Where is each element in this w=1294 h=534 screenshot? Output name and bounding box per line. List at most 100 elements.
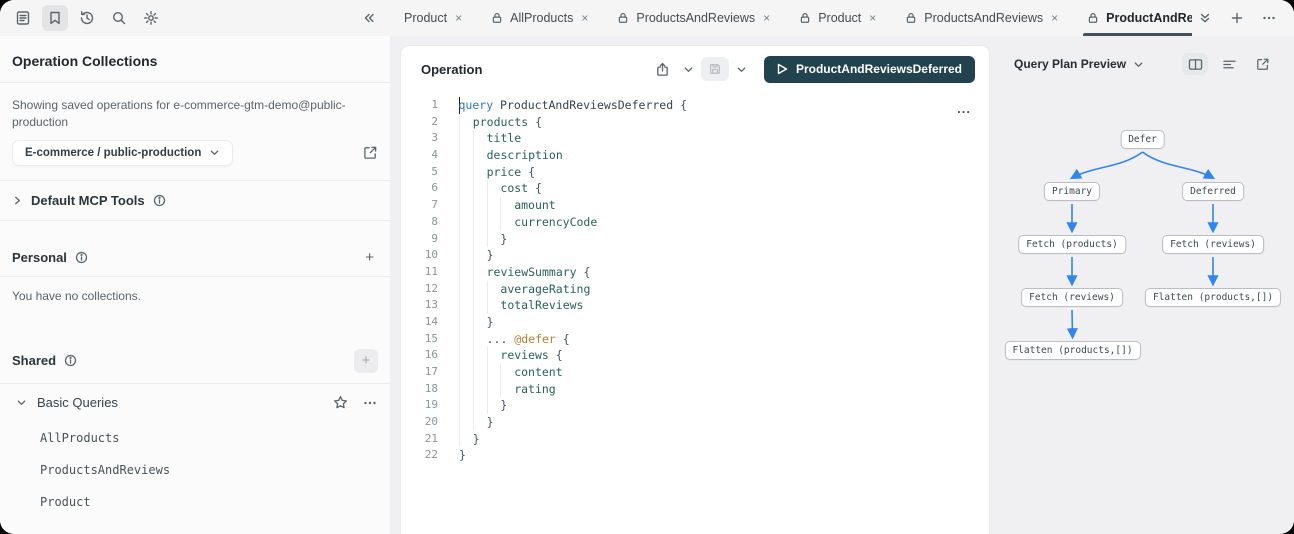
editor-more-ellipsis-icon[interactable]: ... xyxy=(957,101,971,116)
code-line[interactable]: 21} xyxy=(401,431,989,448)
open-external-icon[interactable] xyxy=(363,145,378,160)
plan-node-fetch-products[interactable]: Fetch (products) xyxy=(1018,235,1126,254)
code-line[interactable]: 2products { xyxy=(401,114,989,131)
line-number: 3 xyxy=(401,130,438,147)
indent-guide xyxy=(487,281,501,298)
tab-productsandreviews[interactable]: ProductsAndReviews× xyxy=(603,0,785,36)
indent-guide xyxy=(487,180,501,197)
close-icon[interactable]: × xyxy=(1050,11,1059,25)
tab-productandreviewsd[interactable]: ProductAndReviewsD xyxy=(1073,0,1192,36)
operation-panel: Operation Produ xyxy=(400,45,990,534)
code-line[interactable]: 8currencyCode xyxy=(401,214,989,231)
indent-guide xyxy=(500,364,514,381)
code-line[interactable]: 19} xyxy=(401,397,989,414)
collection-name: Basic Queries xyxy=(37,395,323,410)
code-line[interactable]: 18rating xyxy=(401,381,989,398)
history-icon[interactable] xyxy=(74,5,100,31)
code-line[interactable]: 17content xyxy=(401,364,989,381)
indent-guide xyxy=(459,281,473,298)
collapse-sidebar-icon[interactable] xyxy=(356,5,382,31)
collection-group-basic-queries[interactable]: Basic Queries xyxy=(0,384,390,422)
add-personal-collection-button[interactable]: + xyxy=(361,249,378,266)
code-line[interactable]: 9} xyxy=(401,231,989,248)
line-number: 11 xyxy=(401,264,438,281)
code-line[interactable]: 5price { xyxy=(401,164,989,181)
chevron-down-icon xyxy=(209,147,220,158)
code-line[interactable]: 12averageRating xyxy=(401,281,989,298)
code-line[interactable]: 7amount xyxy=(401,197,989,214)
indent-guide xyxy=(473,364,487,381)
plan-node-deferred[interactable]: Deferred xyxy=(1182,182,1244,201)
play-icon xyxy=(777,63,788,75)
default-mcp-tools-label: Default MCP Tools xyxy=(31,193,145,208)
tab-label: AllProducts xyxy=(510,11,573,25)
close-icon[interactable]: × xyxy=(762,11,771,25)
chevrons-down-icon[interactable] xyxy=(1192,5,1218,31)
tab-product[interactable]: Product× xyxy=(785,0,891,36)
indent-guide xyxy=(500,197,514,214)
top-toolbar: Product×AllProducts×ProductsAndReviews×P… xyxy=(0,0,1294,36)
code-line[interactable]: 15... @defer { xyxy=(401,331,989,348)
lock-icon xyxy=(799,12,811,24)
add-shared-collection-button[interactable]: + xyxy=(354,349,378,373)
tab-label: Product xyxy=(404,11,447,25)
default-mcp-tools-row[interactable]: Default MCP Tools xyxy=(0,181,390,220)
saved-operation-allproducts[interactable]: AllProducts xyxy=(0,422,390,454)
new-tab-plus-icon[interactable] xyxy=(1224,5,1250,31)
star-icon[interactable] xyxy=(333,395,348,410)
code-line[interactable]: 10} xyxy=(401,247,989,264)
query-plan-title-dropdown[interactable]: Query Plan Preview xyxy=(1014,57,1182,71)
more-ellipsis-icon[interactable] xyxy=(1256,5,1282,31)
page-title: Operation Collections xyxy=(0,36,390,82)
document-icon[interactable] xyxy=(10,5,36,31)
close-icon[interactable]: × xyxy=(580,11,589,25)
indent-guide xyxy=(473,264,487,281)
close-icon[interactable]: × xyxy=(454,11,463,25)
close-icon[interactable]: × xyxy=(868,11,877,25)
code-line[interactable]: 6cost { xyxy=(401,180,989,197)
code-line[interactable]: 1query ProductAndReviewsDeferred { xyxy=(401,97,989,114)
share-icon[interactable] xyxy=(650,56,676,82)
code-line[interactable]: 11reviewSummary { xyxy=(401,264,989,281)
operation-collections-sidebar: Operation Collections Showing saved oper… xyxy=(0,36,390,534)
tab-productsandreviews[interactable]: ProductsAndReviews× xyxy=(891,0,1073,36)
code-line[interactable]: 20} xyxy=(401,414,989,431)
plan-node-fetch-reviews-r[interactable]: Fetch (reviews) xyxy=(1162,235,1264,254)
code-line[interactable]: 14} xyxy=(401,314,989,331)
line-number: 13 xyxy=(401,297,438,314)
main-area: Operation Produ xyxy=(390,36,1294,534)
shared-collections-list: Basic Queries AllProductsProductsAndRevie… xyxy=(0,384,390,534)
bookmark-icon[interactable] xyxy=(42,5,68,31)
plan-node-primary[interactable]: Primary xyxy=(1044,182,1100,201)
share-options-chevron-icon[interactable] xyxy=(680,64,697,75)
indent-guide xyxy=(459,347,473,364)
plan-node-defer[interactable]: Defer xyxy=(1120,130,1165,149)
code-line[interactable]: 13totalReviews xyxy=(401,297,989,314)
gear-icon[interactable] xyxy=(138,5,164,31)
plan-node-fetch-reviews-l[interactable]: Fetch (reviews) xyxy=(1021,288,1123,307)
plan-node-flatten-l[interactable]: Flatten (products,[]) xyxy=(1004,341,1140,360)
indent-guide xyxy=(500,214,514,231)
saved-operation-productsandreviews[interactable]: ProductsAndReviews xyxy=(0,454,390,486)
save-options-chevron-icon[interactable] xyxy=(733,64,750,75)
save-icon[interactable] xyxy=(701,57,729,81)
sidebar-toolbar xyxy=(0,5,390,31)
code-line[interactable]: 3title xyxy=(401,130,989,147)
tab-product[interactable]: Product × xyxy=(390,0,477,36)
run-operation-button[interactable]: ProductAndReviewsDeferred xyxy=(764,56,975,83)
code-line[interactable]: 4description xyxy=(401,147,989,164)
search-icon[interactable] xyxy=(106,5,132,31)
code-line[interactable]: 16reviews { xyxy=(401,347,989,364)
indent-guide xyxy=(473,147,487,164)
indent-guide xyxy=(473,331,487,348)
lock-icon xyxy=(905,12,917,24)
shared-label: Shared xyxy=(12,353,56,368)
indent-guide xyxy=(487,397,501,414)
graphql-editor[interactable]: 1query ProductAndReviewsDeferred {2produ… xyxy=(401,92,989,464)
graph-variant-selector[interactable]: E-commerce / public-production xyxy=(12,140,233,166)
saved-operation-product[interactable]: Product xyxy=(0,486,390,518)
tab-allproducts[interactable]: AllProducts × xyxy=(477,0,603,36)
more-ellipsis-icon[interactable] xyxy=(362,395,378,411)
plan-node-flatten-r[interactable]: Flatten (products,[]) xyxy=(1145,288,1281,307)
code-line[interactable]: 22} xyxy=(401,447,989,464)
